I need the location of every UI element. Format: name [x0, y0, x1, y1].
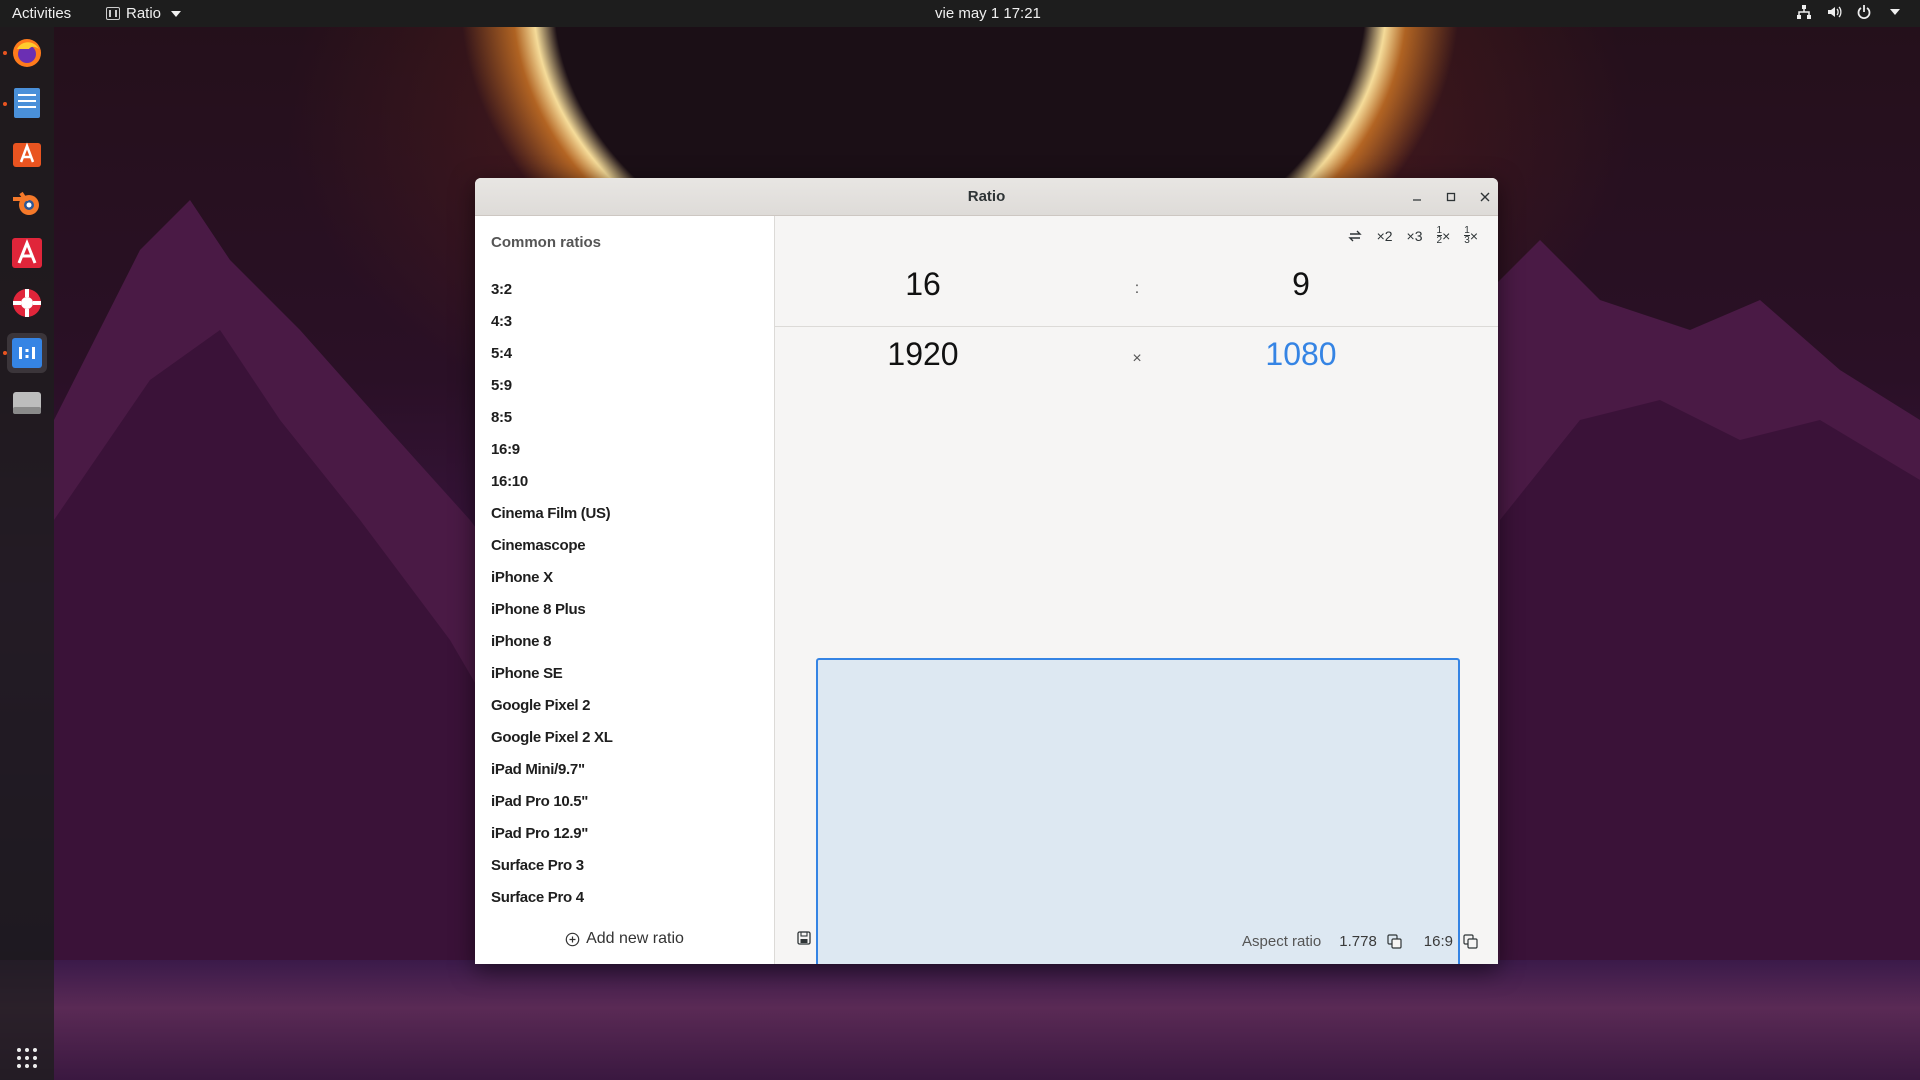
ratio-app-icon	[106, 7, 120, 20]
list-item[interactable]: iPhone 8	[475, 626, 774, 658]
close-icon	[1480, 192, 1490, 202]
list-item[interactable]: Google Pixel 2	[475, 690, 774, 722]
list-item[interactable]: 8:5	[475, 402, 774, 434]
a-icon[interactable]	[7, 233, 47, 273]
toolbar: ×2 ×3 1 2 × 1 3 ×	[1347, 226, 1478, 246]
save-icon[interactable]	[797, 931, 811, 945]
dock	[0, 27, 54, 1080]
divide-3-button[interactable]: 1 3 ×	[1464, 226, 1478, 246]
app-menu-label: Ratio	[126, 5, 162, 22]
list-item[interactable]: iPad Pro 10.5"	[475, 786, 774, 818]
divide-2-button[interactable]: 1 2 ×	[1436, 226, 1451, 246]
activities-button[interactable]: Activities	[12, 5, 71, 22]
wallpaper-sea	[0, 960, 1920, 1080]
add-new-ratio-button[interactable]: Add new ratio	[475, 930, 774, 948]
app-menu[interactable]: Ratio	[106, 5, 182, 22]
sidebar-header: Common ratios	[491, 234, 602, 251]
ratio-window: Ratio Common ratios 3:2 4:3 5:4 5:9 8:5 …	[475, 178, 1498, 964]
maximize-icon	[1446, 192, 1456, 202]
volume-icon[interactable]	[1826, 4, 1842, 20]
copy-icon[interactable]	[1387, 934, 1402, 949]
copy-icon[interactable]	[1463, 934, 1478, 949]
resolution-separator: ×	[1132, 350, 1142, 367]
chevron-down-icon[interactable]	[1890, 9, 1900, 15]
height-input[interactable]: 1080	[1201, 336, 1401, 373]
chevron-down-icon	[171, 10, 182, 17]
list-item[interactable]: iPhone 8 Plus	[475, 594, 774, 626]
list-item[interactable]: iPad Pro 12.9"	[475, 818, 774, 850]
aspect-ratio-label: Aspect ratio	[1242, 933, 1322, 950]
clock[interactable]: vie may 1 17:21	[935, 5, 1041, 22]
system-tray[interactable]	[1796, 4, 1900, 20]
swap-icon[interactable]	[1347, 228, 1363, 244]
list-item[interactable]: Surface Pro 4	[475, 882, 774, 914]
divider	[775, 326, 1498, 327]
ratio-separator: :	[1134, 280, 1140, 297]
list-item[interactable]: 16:10	[475, 466, 774, 498]
firefox-icon[interactable]	[7, 33, 47, 73]
sidebar: Common ratios 3:2 4:3 5:4 5:9 8:5 16:9 1…	[475, 216, 775, 964]
ratio-right-input[interactable]: 9	[1201, 266, 1401, 303]
multiply-3-button[interactable]: ×3	[1407, 228, 1423, 244]
main-panel: ×2 ×3 1 2 × 1 3 × 16 : 9 1920 × 1080 Asp…	[775, 216, 1498, 964]
help-icon[interactable]	[7, 283, 47, 323]
aspect-ratio-info: Aspect ratio 1.778 16:9	[1242, 933, 1478, 950]
list-item[interactable]: 4:3	[475, 306, 774, 338]
window-title: Ratio	[967, 188, 1006, 205]
list-item[interactable]: 5:4	[475, 338, 774, 370]
list-item[interactable]: Cinemascope	[475, 530, 774, 562]
list-item[interactable]: 5:9	[475, 370, 774, 402]
window-titlebar[interactable]: Ratio	[475, 178, 1498, 216]
power-icon[interactable]	[1856, 4, 1872, 20]
width-input[interactable]: 1920	[823, 336, 1023, 373]
multiply-2-button[interactable]: ×2	[1377, 228, 1393, 244]
list-item[interactable]: iPad Mini/9.7"	[475, 754, 774, 786]
running-indicator	[3, 351, 7, 355]
add-new-ratio-label: Add new ratio	[586, 930, 684, 947]
list-item[interactable]: Google Pixel 2 XL	[475, 722, 774, 754]
times-sign: ×	[1442, 227, 1451, 244]
aspect-decimal-value: 1.778	[1339, 933, 1377, 950]
times-sign: ×	[1469, 227, 1478, 244]
list-item[interactable]: Cinema Film (US)	[475, 498, 774, 530]
add-circle-icon	[565, 932, 580, 946]
list-item[interactable]: iPhone SE	[475, 658, 774, 690]
footer-bar: Aspect ratio 1.778 16:9	[775, 916, 1498, 964]
top-bar: Activities Ratio vie may 1 17:21	[0, 0, 1920, 27]
ratio-icon[interactable]	[7, 333, 47, 373]
list-item[interactable]: 16:9	[475, 434, 774, 466]
ratio-list: 3:2 4:3 5:4 5:9 8:5 16:9 16:10 Cinema Fi…	[475, 274, 774, 914]
network-icon[interactable]	[1796, 4, 1812, 20]
list-item[interactable]: Surface Pro 3	[475, 850, 774, 882]
software-icon[interactable]	[7, 133, 47, 173]
minimize-button[interactable]	[1405, 185, 1429, 209]
maximize-button[interactable]	[1439, 185, 1463, 209]
aspect-ratio-value: 16:9	[1423, 933, 1453, 950]
close-button[interactable]	[1473, 185, 1497, 209]
blender-icon[interactable]	[7, 183, 47, 223]
drive-icon[interactable]	[7, 383, 47, 423]
list-item[interactable]: 3:2	[475, 274, 774, 306]
files-icon[interactable]	[7, 83, 47, 123]
apps-grid-icon[interactable]	[7, 1038, 47, 1078]
list-item[interactable]: iPhone X	[475, 562, 774, 594]
minimize-icon	[1413, 199, 1421, 201]
ratio-left-input[interactable]: 16	[823, 266, 1023, 303]
